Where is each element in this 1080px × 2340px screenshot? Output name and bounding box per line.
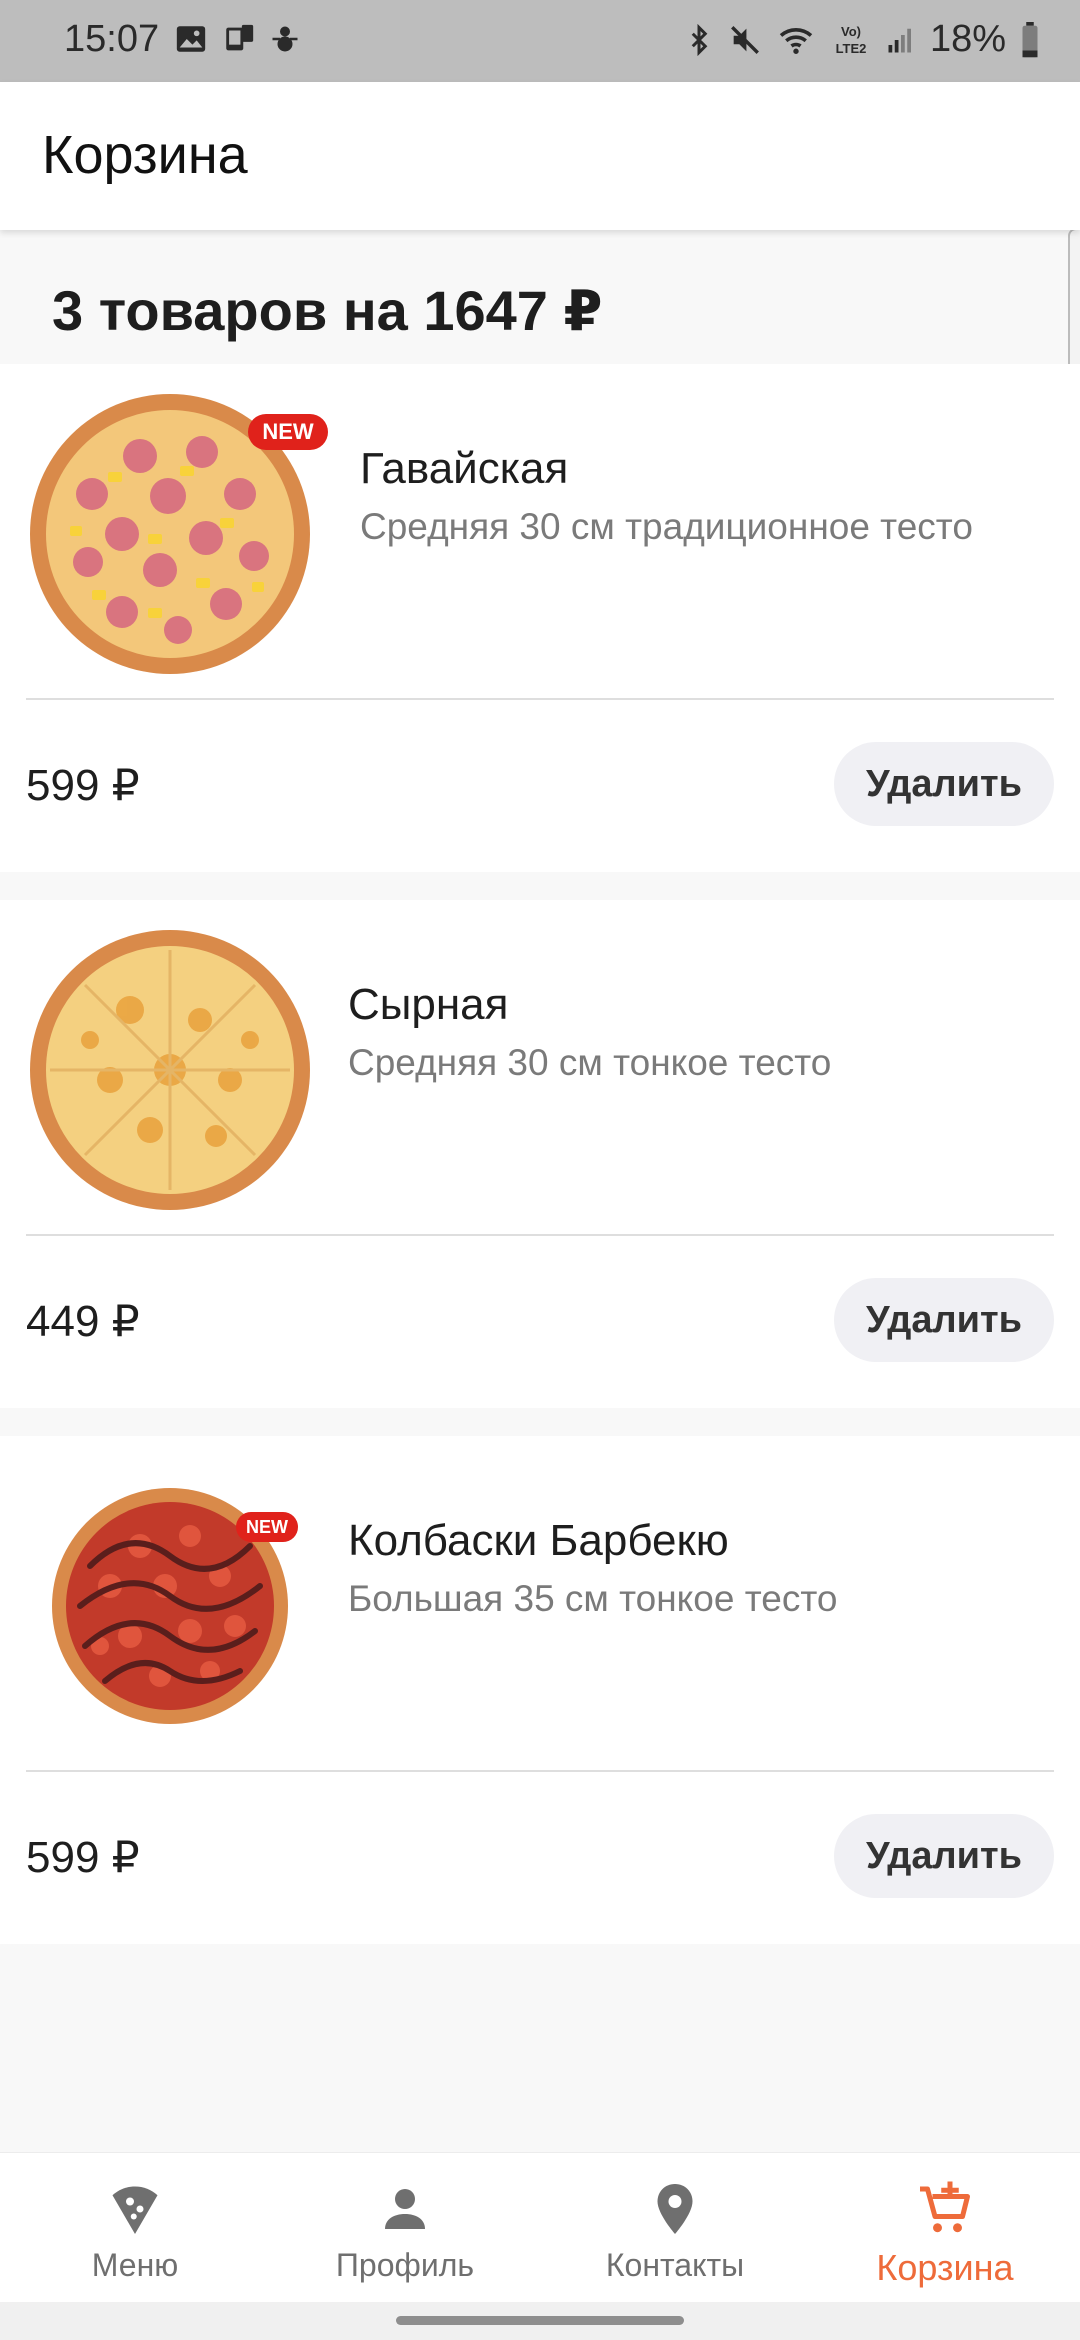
divider — [26, 1770, 1054, 1772]
divider — [26, 1234, 1054, 1236]
signal-icon — [888, 28, 911, 52]
cart-add-icon — [920, 2181, 970, 2233]
svg-text:LTE2: LTE2 — [836, 41, 867, 56]
cart-screen: 15:07 Vo) LTE2 18% Корзина 3 товаров на 1… — [0, 0, 1080, 2340]
nav-label: Корзина — [876, 2247, 1014, 2288]
delete-button[interactable]: Удалить — [834, 742, 1054, 826]
item-description: Средняя 30 см традиционное тесто — [360, 506, 973, 547]
app-bar: Корзина — [0, 82, 1080, 230]
delete-button[interactable]: Удалить — [834, 1814, 1054, 1898]
bluetooth-icon — [691, 23, 708, 56]
item-price: 599 ₽ — [26, 761, 140, 810]
nav-item-menu[interactable]: Меню — [0, 2153, 270, 2303]
page-title: Корзина — [42, 125, 248, 185]
item-name: Сырная — [348, 980, 509, 1029]
svg-text:Vo): Vo) — [841, 24, 861, 39]
item-name: Колбаски Барбекю — [348, 1516, 729, 1565]
nav-label: Контакты — [605, 2247, 745, 2283]
pizza-image-bbq-sausage — [52, 1488, 288, 1724]
mute-icon — [730, 25, 759, 54]
status-system-icons: Vo) LTE2 18% — [684, 18, 1040, 61]
item-description: Большая 35 см тонкое тесто — [348, 1578, 838, 1619]
volte-icon: Vo) LTE2 — [836, 24, 867, 56]
status-time: 15:07 — [64, 18, 160, 60]
phone-transfer-icon — [226, 24, 254, 51]
new-badge: NEW — [236, 1512, 298, 1542]
new-badge: NEW — [248, 414, 328, 450]
item-description: Средняя 30 см тонкое тесто — [348, 1042, 832, 1083]
home-gesture-bar[interactable] — [396, 2316, 684, 2325]
item-name: Гавайская — [360, 444, 569, 493]
divider — [26, 698, 1054, 700]
nav-label: Меню — [91, 2247, 179, 2283]
nav-item-cart[interactable]: Корзина — [810, 2153, 1080, 2303]
bottom-nav: Меню Профиль Контакты Корзина — [0, 2152, 1080, 2303]
gesture-area — [0, 2302, 1080, 2340]
item-price: 599 ₽ — [26, 1833, 140, 1882]
cart-item: NEW Колбаски Барбекю Большая 35 см тонко… — [0, 1436, 1080, 1944]
nav-item-contacts[interactable]: Контакты — [540, 2153, 810, 2303]
status-bar: 15:07 Vo) LTE2 18% — [0, 0, 1080, 82]
delete-button[interactable]: Удалить — [834, 1278, 1054, 1362]
nav-label: Профиль — [335, 2247, 475, 2283]
image-icon — [176, 26, 206, 52]
person-icon — [385, 2189, 425, 2229]
cart-summary: 3 товаров на 1647 ₽ — [52, 279, 603, 342]
pizza-image-cheese — [30, 930, 310, 1210]
wifi-icon — [779, 27, 813, 54]
status-notification-icons — [174, 22, 300, 56]
snowman-icon — [272, 26, 298, 52]
item-price: 449 ₽ — [26, 1297, 140, 1346]
cart-item: Сырная Средняя 30 см тонкое тесто 449 ₽ … — [0, 900, 1080, 1408]
location-pin-icon — [657, 2184, 693, 2234]
nav-item-profile[interactable]: Профиль — [270, 2153, 540, 2303]
pizza-slice-icon — [112, 2186, 158, 2234]
battery-percent: 18% — [929, 18, 1006, 60]
cart-item: NEW Гавайская Средняя 30 см традиционное… — [0, 364, 1080, 872]
battery-icon — [1022, 21, 1038, 57]
